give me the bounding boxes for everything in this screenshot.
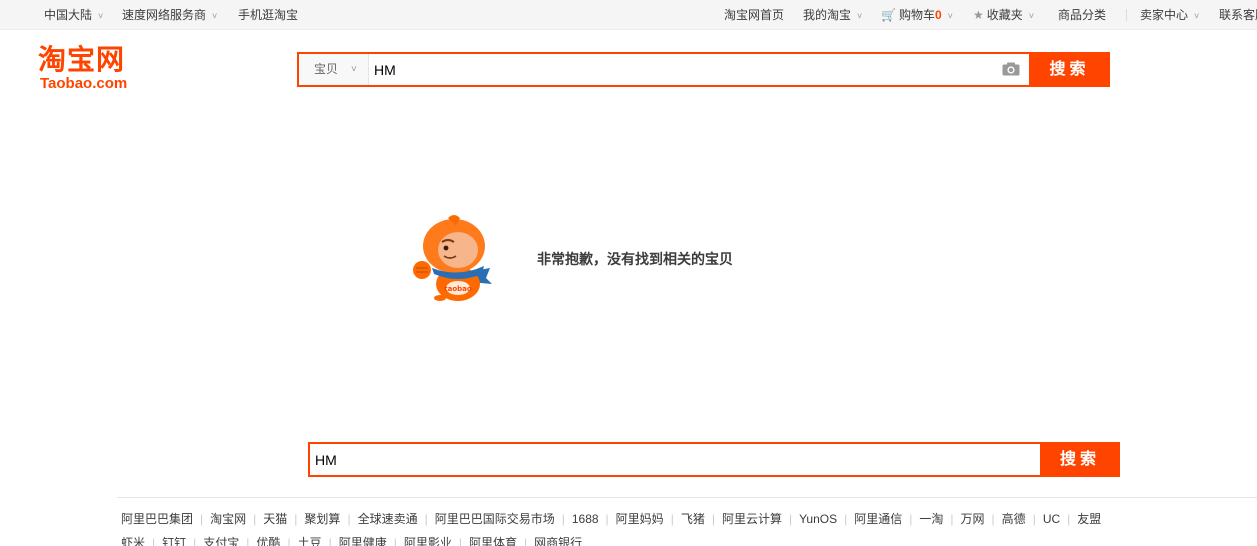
contact-menu[interactable]: 联系客服 (1219, 0, 1257, 30)
footer-link[interactable]: 一淘 (915, 512, 947, 526)
footer-separator: | (1032, 512, 1036, 526)
footer-separator: | (152, 536, 156, 546)
categories-link[interactable]: 商品分类 (1058, 0, 1106, 30)
footer-separator: | (200, 512, 204, 526)
speed-isp-link[interactable]: 速度网络服务商 ˅ (122, 0, 217, 30)
footer-row: 阿里巴巴集团 | 淘宝网 | 天猫 | 聚划算 | 全球速卖通 | 阿里巴巴国际交易市场 | 1688 |… (117, 510, 1257, 528)
footer-link[interactable]: 阿里健康 (335, 536, 391, 546)
footer-link[interactable]: 支付宝 (199, 536, 243, 546)
footer-separator: | (605, 512, 609, 526)
my-taobao-menu[interactable]: 我的淘宝 ˅ (803, 0, 862, 30)
chevron-down-icon: ˅ (98, 11, 104, 21)
footer-link[interactable]: 阿里云计算 (718, 512, 786, 526)
chevron-down-icon: ˅ (1028, 11, 1035, 21)
footer-link[interactable]: 全球速卖通 (354, 512, 422, 526)
camera-icon[interactable] (1002, 62, 1020, 76)
favorites-menu[interactable]: ★ 收藏夹 ˅ (973, 0, 1034, 30)
bottom-search-box: 搜索 (308, 442, 1120, 477)
footer-link[interactable]: 阿里通信 (850, 512, 906, 526)
footer-separator: | (328, 536, 332, 546)
bottom-search-button[interactable]: 搜索 (1040, 442, 1120, 477)
footer-separator: | (950, 512, 954, 526)
site-nav-bar: 中国大陆 ˅ 速度网络服务商 ˅ 手机逛淘宝 淘宝网首页 我的淘宝 ˅ 🛒 购物车0 ˅ … (0, 0, 1257, 30)
footer-link[interactable]: 聚划算 (300, 512, 344, 526)
bottom-search-input[interactable] (310, 444, 1038, 475)
search-type-selector[interactable]: 宝贝 ˅ (299, 54, 369, 85)
footer-separator: | (561, 512, 565, 526)
search-type-label: 宝贝 (314, 62, 339, 76)
footer-link[interactable]: 阿里影业 (400, 536, 456, 546)
cart-icon: 🛒 (881, 8, 896, 22)
chevron-down-icon: ˅ (212, 11, 218, 21)
footer-separator: | (347, 512, 351, 526)
footer-divider (117, 497, 1257, 498)
chevron-down-icon: ˅ (351, 64, 357, 75)
footer-link[interactable]: 天猫 (259, 512, 291, 526)
footer-link[interactable]: 阿里巴巴集团 (117, 512, 197, 526)
my-taobao-label: 我的淘宝 (803, 8, 852, 22)
footer-separator: | (670, 512, 674, 526)
footer-separator: | (1067, 512, 1071, 526)
chevron-down-icon: ˅ (947, 11, 953, 21)
footer-link[interactable]: 土豆 (294, 536, 326, 546)
top-search-input[interactable] (369, 54, 957, 85)
chevron-down-icon: ˅ (857, 11, 863, 21)
search-button[interactable]: 搜索 (1029, 52, 1110, 87)
taobao-logo[interactable]: 淘宝网 Taobao.com (38, 44, 148, 96)
footer-link[interactable]: 阿里妈妈 (612, 512, 668, 526)
footer-link[interactable]: 阿里体育 (465, 536, 521, 546)
divider (1126, 9, 1127, 21)
footer-link[interactable]: 阿里巴巴国际交易市场 (431, 512, 559, 526)
logo-en: Taobao.com (40, 75, 128, 92)
footer-separator: | (287, 536, 291, 546)
cart-label: 购物车 (898, 8, 935, 22)
footer-link[interactable]: UC (1039, 512, 1064, 526)
footer-link[interactable]: 飞猪 (677, 512, 709, 526)
footer-link[interactable]: 1688 (568, 512, 603, 526)
footer-link[interactable]: 钉钉 (158, 536, 190, 546)
chevron-down-icon: ˅ (1194, 11, 1200, 21)
cart-count: 0 (934, 8, 942, 22)
footer-separator: | (424, 512, 428, 526)
home-link[interactable]: 淘宝网首页 (724, 0, 784, 30)
region-label: 中国大陆 (44, 8, 93, 22)
mascot-badge: taobao (444, 285, 472, 293)
cart-menu[interactable]: 🛒 购物车0 ˅ (881, 0, 953, 30)
seller-center-label: 卖家中心 (1140, 8, 1189, 22)
footer-link[interactable]: 优酷 (252, 536, 284, 546)
footer-separator: | (844, 512, 848, 526)
star-icon: ★ (973, 8, 984, 22)
footer-link[interactable]: 友盟 (1073, 512, 1105, 526)
footer-link[interactable]: 万网 (957, 512, 989, 526)
footer-separator: | (524, 536, 528, 546)
footer-links: 阿里巴巴集团 | 淘宝网 | 天猫 | 聚划算 | 全球速卖通 | 阿里巴巴国际交易市场 | 1688 |… (117, 510, 1257, 546)
top-search-box: 宝贝 ˅ 搜索 (297, 52, 1110, 87)
footer-link[interactable]: 高德 (998, 512, 1030, 526)
footer-link[interactable]: 淘宝网 (206, 512, 250, 526)
footer-separator: | (393, 536, 397, 546)
speed-isp-label: 速度网络服务商 (122, 8, 207, 22)
footer-separator: | (788, 512, 793, 526)
no-result-message: 非常抱歉，没有找到相关的宝贝 (537, 251, 733, 267)
footer-separator: | (193, 536, 197, 546)
footer-row: 虾米 | 钉钉 | 支付宝 | 优酷 | 土豆 | 阿里健康 | 阿里影业 | 阿里体育 | 网商银行 (117, 534, 1257, 546)
logo-cn: 淘宝网 (38, 43, 126, 76)
footer-separator: | (991, 512, 995, 526)
favorites-label: 收藏夹 (986, 8, 1023, 22)
seller-center-menu[interactable]: 卖家中心 ˅ (1140, 0, 1199, 30)
region-selector[interactable]: 中国大陆 ˅ (44, 0, 103, 30)
footer-link[interactable]: YunOS (795, 512, 841, 526)
footer-separator: | (253, 512, 257, 526)
taobao-mascot-icon: taobao (413, 215, 492, 301)
footer-link[interactable]: 虾米 (117, 536, 149, 546)
footer-separator: | (711, 512, 715, 526)
footer-separator: | (458, 536, 462, 546)
mobile-taobao-link[interactable]: 手机逛淘宝 (238, 0, 298, 30)
footer-link[interactable]: 网商银行 (530, 536, 586, 546)
